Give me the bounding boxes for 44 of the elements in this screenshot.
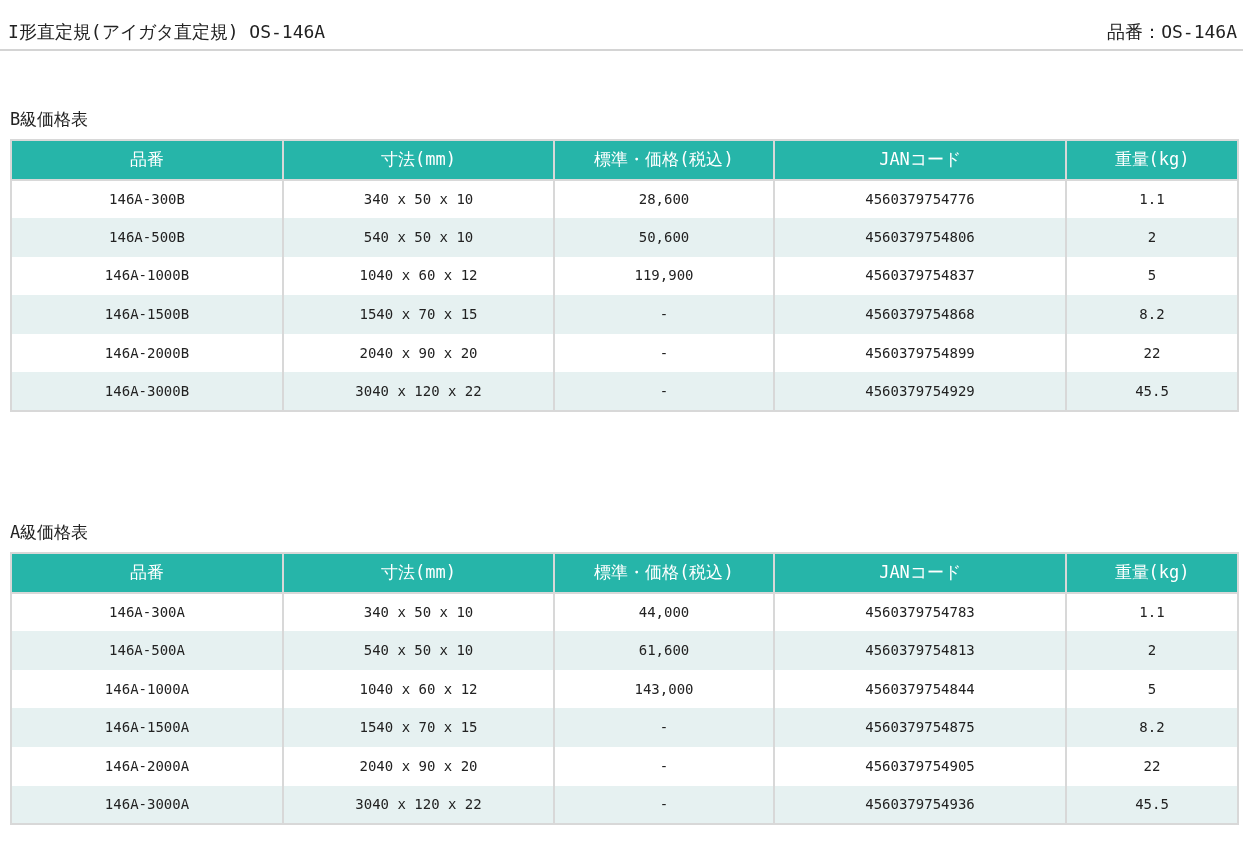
table-cell: 45.5 xyxy=(1066,372,1238,412)
table-cell: 146A-1500A xyxy=(11,708,283,747)
column-header: 寸法(mm) xyxy=(283,552,554,593)
column-header: 品番 xyxy=(11,139,283,180)
page-title: I形直定規(アイガタ直定規) OS-146A xyxy=(8,20,326,44)
table-cell: - xyxy=(554,785,774,825)
table-cell: 45.5 xyxy=(1066,785,1238,825)
table-cell: 146A-500A xyxy=(11,631,283,670)
table-cell: 2 xyxy=(1066,218,1238,257)
table-cell: 1540 x 70 x 15 xyxy=(283,295,554,334)
table-cell: - xyxy=(554,372,774,412)
column-header: 品番 xyxy=(11,552,283,593)
column-header: 標準・価格(税込) xyxy=(554,139,774,180)
table-cell: 540 x 50 x 10 xyxy=(283,631,554,670)
column-header: 重量(kg) xyxy=(1066,139,1238,180)
column-header: 重量(kg) xyxy=(1066,552,1238,593)
table-cell: 4560379754806 xyxy=(774,218,1066,257)
table-cell: 4560379754936 xyxy=(774,785,1066,825)
table-cell: 8.2 xyxy=(1066,708,1238,747)
table-cell: 3040 x 120 x 22 xyxy=(283,372,554,412)
table-cell: 4560379754868 xyxy=(774,295,1066,334)
table-cell: 4560379754813 xyxy=(774,631,1066,670)
table-caption: B級価格表 xyxy=(10,108,90,131)
column-header: 寸法(mm) xyxy=(283,139,554,180)
table-cell: 4560379754875 xyxy=(774,708,1066,747)
table-cell: 146A-1500B xyxy=(11,295,283,334)
column-header: 標準・価格(税込) xyxy=(554,552,774,593)
table-cell: - xyxy=(554,708,774,747)
table-cell: 8.2 xyxy=(1066,295,1238,334)
table-cell: 146A-500B xyxy=(11,218,283,257)
column-header: JANコード xyxy=(774,139,1066,180)
column-header: JANコード xyxy=(774,552,1066,593)
table-caption: A級価格表 xyxy=(10,521,90,545)
table-cell: 540 x 50 x 10 xyxy=(283,218,554,257)
table-cell: 1540 x 70 x 15 xyxy=(283,708,554,747)
table-cell: 2 xyxy=(1066,631,1238,670)
table-cell: 4560379754929 xyxy=(774,372,1066,412)
table-cell: 61,600 xyxy=(554,631,774,670)
table-cell: 146A-3000B xyxy=(11,372,283,412)
table-cell: 3040 x 120 x 22 xyxy=(283,785,554,825)
table-cell: 146A-3000A xyxy=(11,785,283,825)
table-cell: 50,600 xyxy=(554,218,774,257)
part-number: 品番：OS-146A xyxy=(1107,20,1237,44)
table-cell: - xyxy=(554,295,774,334)
